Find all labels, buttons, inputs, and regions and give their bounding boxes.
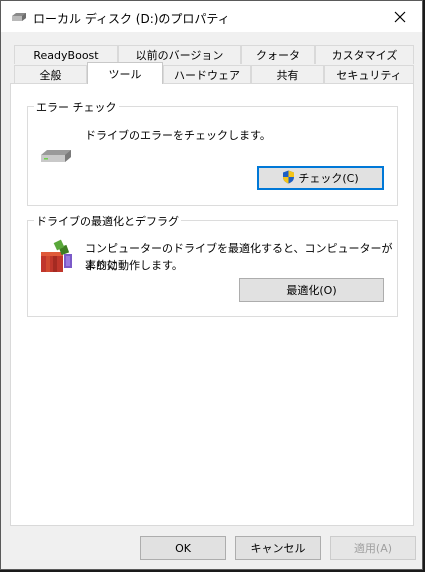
close-button[interactable] [378,1,422,32]
optimize-description-line2: 率的に動作します。 [85,259,183,272]
optimize-group: ドライブの最適化とデフラグ コンピューターのドライブを最適化すると、コンピュータ… [27,213,398,317]
error-check-group: エラー チェック ドライブのエラーをチェックします。 チェック(C) [27,99,398,206]
tab-quota[interactable]: クォータ [241,45,315,64]
check-button-label: チェック(C) [298,172,359,185]
tab-customize[interactable]: カスタマイズ [315,45,414,64]
drive-icon [39,147,73,168]
drive-icon [11,11,27,23]
defrag-icon [38,238,74,277]
uac-shield-icon [282,170,295,187]
tab-security[interactable]: セキュリティ [324,65,414,84]
tab-hardware[interactable]: ハードウェア [163,65,251,84]
window-title: ローカル ディスク (D:)のプロパティ [33,12,230,26]
title-bar: ローカル ディスク (D:)のプロパティ [1,1,422,32]
close-icon [394,11,406,22]
properties-window: ローカル ディスク (D:)のプロパティ ReadyBoost 以前のバージョン… [0,0,423,570]
tab-general[interactable]: 全般 [14,65,87,84]
ok-button[interactable]: OK [140,536,226,560]
tools-panel: エラー チェック ドライブのエラーをチェックします。 チェック(C) ドライブの… [10,83,414,526]
tab-tools[interactable]: ツール [87,62,163,84]
error-check-title: エラー チェック [34,99,119,115]
check-button[interactable]: チェック(C) [257,166,384,190]
error-check-description: ドライブのエラーをチェックします。 [85,129,271,142]
optimize-button[interactable]: 最適化(O) [239,278,384,302]
cancel-button[interactable]: キャンセル [235,536,321,560]
apply-button[interactable]: 適用(A) [330,536,416,560]
optimize-title: ドライブの最適化とデフラグ [34,213,181,229]
tab-sharing[interactable]: 共有 [251,65,324,84]
